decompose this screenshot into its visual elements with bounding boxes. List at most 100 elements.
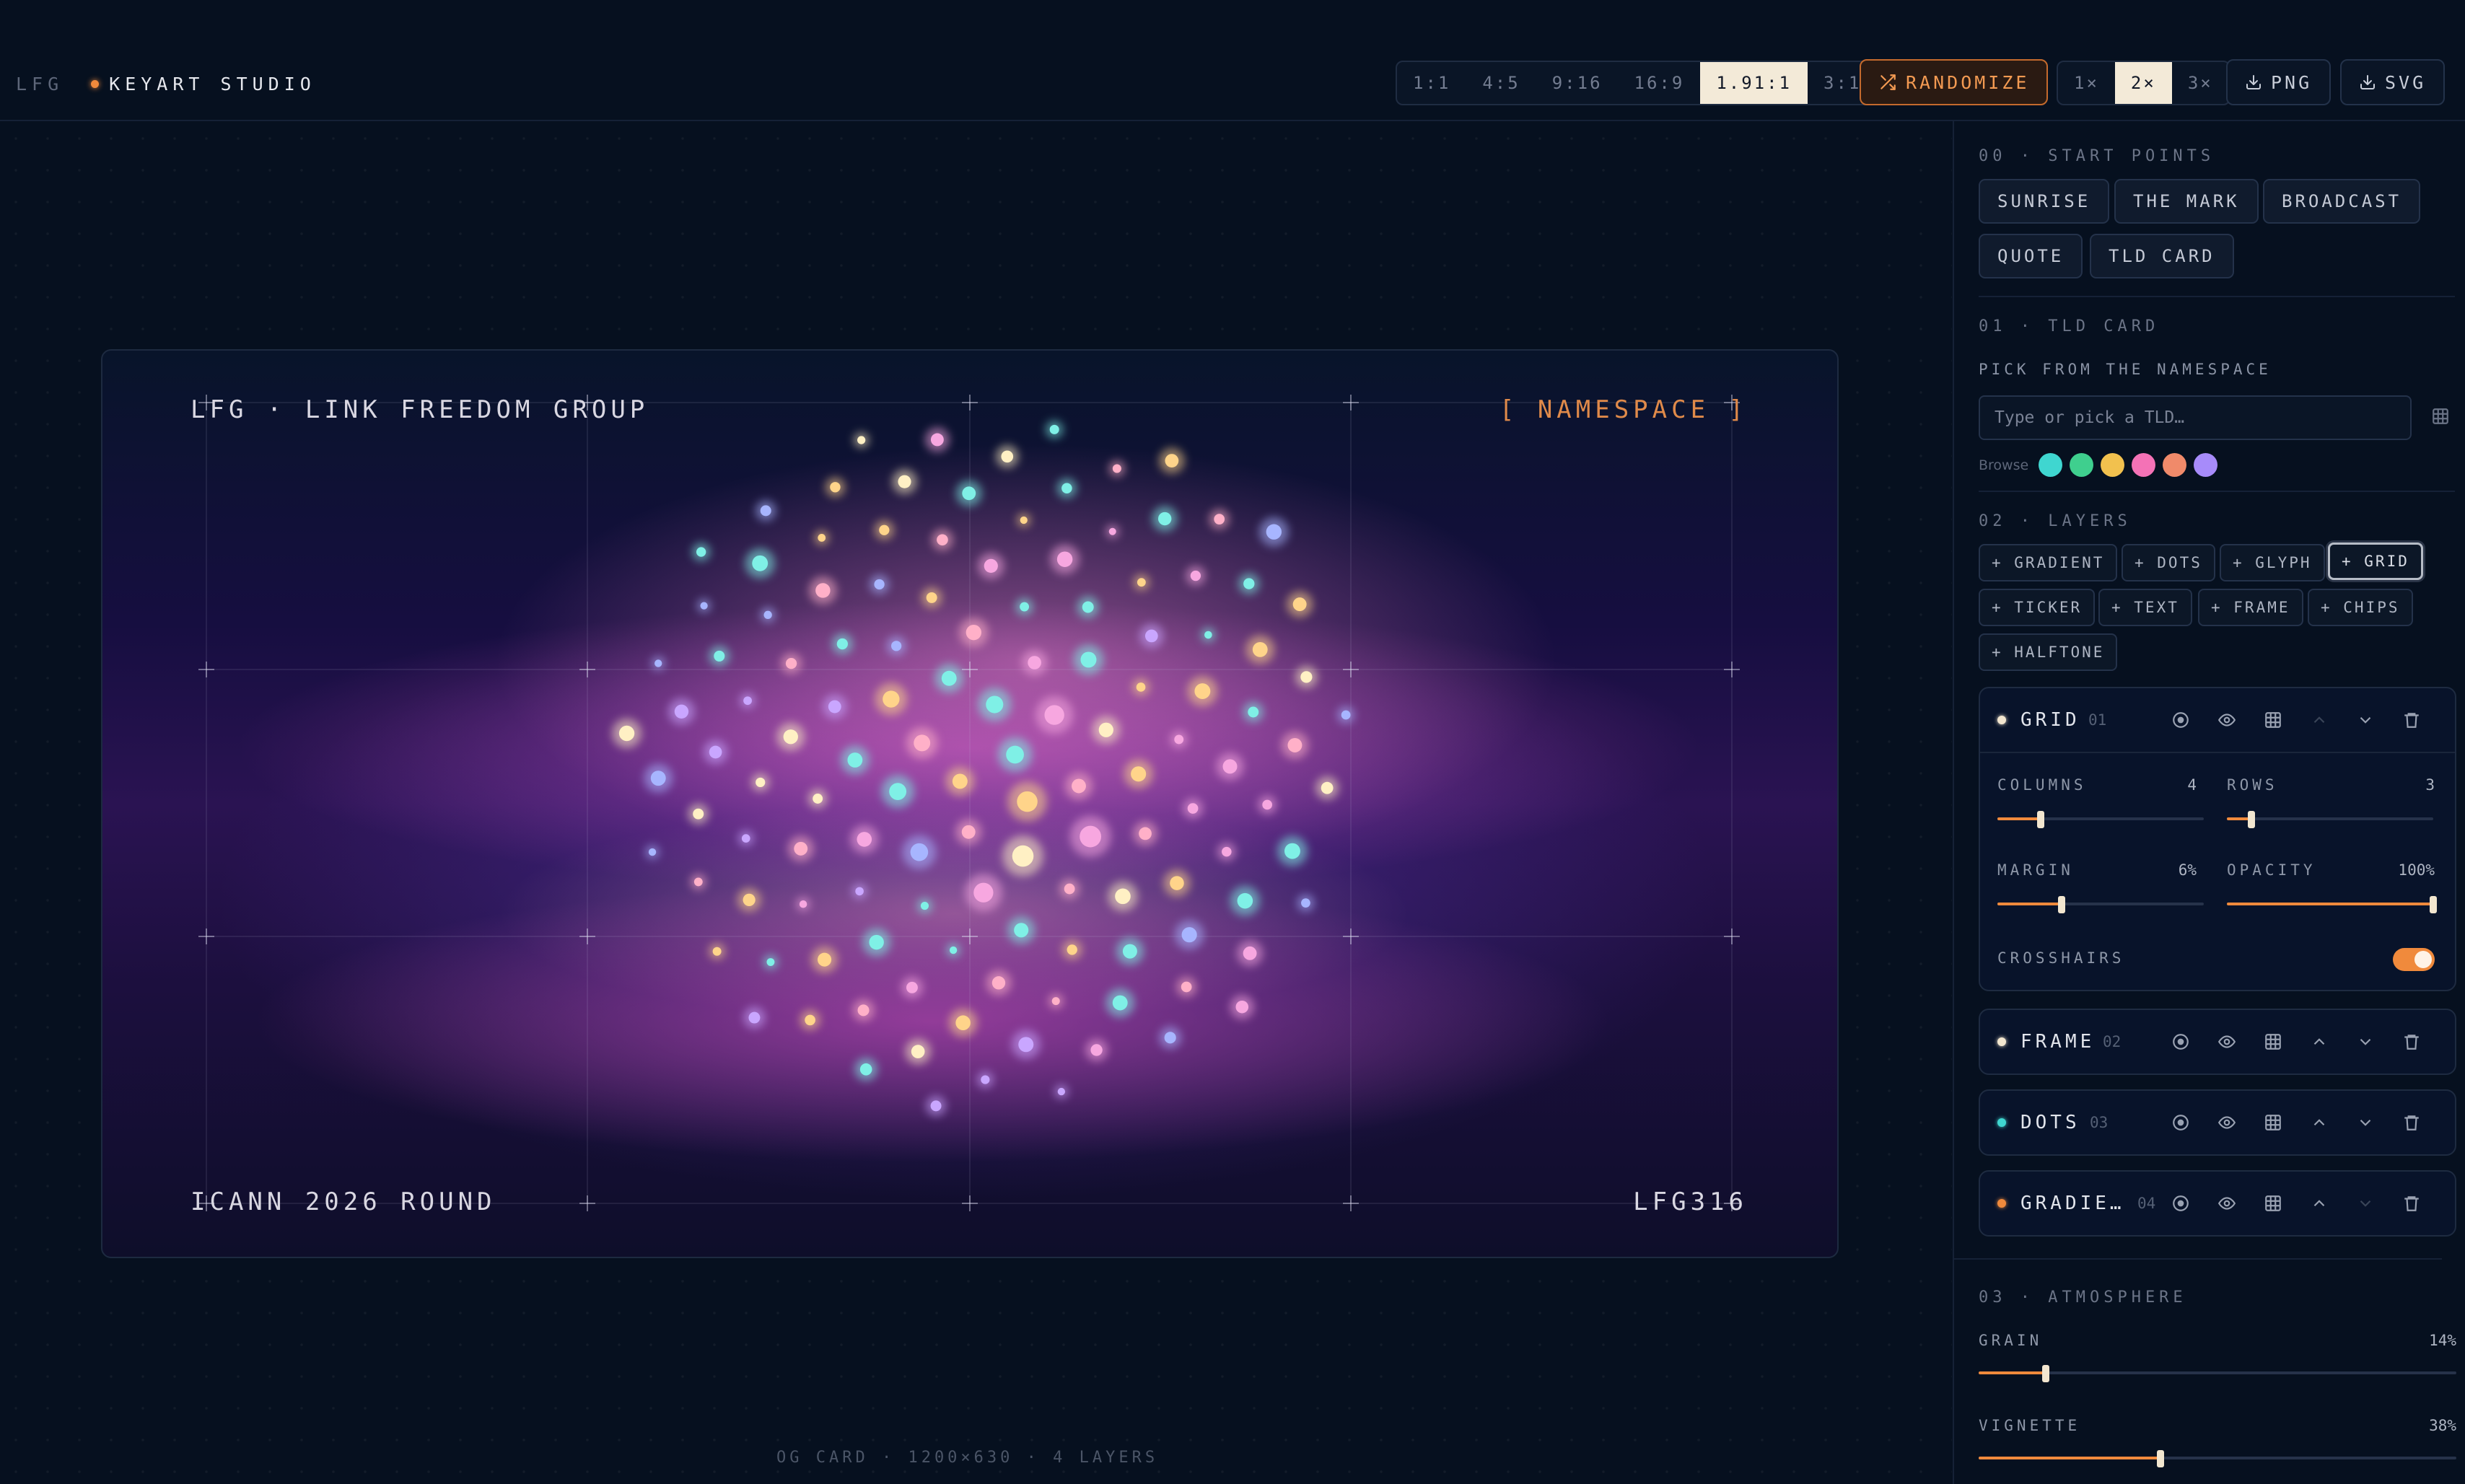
divider bbox=[1954, 1258, 2442, 1260]
layer-header[interactable]: GRID 01 bbox=[1980, 688, 2455, 752]
add-chips-layer-button[interactable]: + CHIPS bbox=[2308, 589, 2413, 626]
add-halftone-layer-button[interactable]: + HALFTONE bbox=[1979, 633, 2118, 671]
tld-browse-swatches: Browse bbox=[1979, 453, 2218, 477]
ratio-option[interactable]: 1:1 bbox=[1397, 62, 1466, 104]
section-title-start-points: 00 · START POINTS bbox=[1979, 147, 2215, 165]
grain-label: GRAIN bbox=[1979, 1332, 2043, 1349]
visibility-eye-icon[interactable] bbox=[2212, 1027, 2241, 1056]
chevron-down-icon[interactable] bbox=[2351, 1027, 2380, 1056]
solo-icon[interactable] bbox=[2166, 1189, 2195, 1218]
add-text-layer-button[interactable]: + TEXT bbox=[2098, 589, 2192, 626]
download-icon bbox=[2360, 75, 2375, 89]
ratio-option-active[interactable]: 1.91:1 bbox=[1700, 62, 1808, 104]
section-title-atmosphere: 03 · ATMOSPHERE bbox=[1979, 1288, 2187, 1307]
card-bottom-left-text: ICANN 2026 ROUND bbox=[191, 1187, 496, 1216]
layer-card-dots[interactable]: DOTS 03 bbox=[1979, 1089, 2456, 1156]
tld-input[interactable] bbox=[1979, 395, 2412, 440]
opacity-slider[interactable] bbox=[2227, 896, 2437, 913]
brand: LFG KEYART STUDIO bbox=[16, 71, 316, 97]
layer-color-dot bbox=[1997, 1199, 2006, 1208]
chevron-down-icon[interactable] bbox=[2351, 706, 2380, 734]
duplicate-grid-icon[interactable] bbox=[2259, 1027, 2287, 1056]
start-point-the-mark[interactable]: THE MARK bbox=[2114, 179, 2259, 224]
chevron-up-icon[interactable] bbox=[2305, 706, 2334, 734]
canvas-footer: OG CARD · 1200×630 · 4 LAYERS bbox=[776, 1449, 1159, 1467]
color-swatch[interactable] bbox=[2194, 453, 2218, 477]
start-point-quote[interactable]: QUOTE bbox=[1979, 234, 2083, 278]
opacity-label: OPACITY bbox=[2227, 861, 2316, 879]
card-top-left-text: LFG · LINK FREEDOM GROUP bbox=[191, 395, 649, 424]
duplicate-grid-icon[interactable] bbox=[2259, 706, 2287, 734]
crosshairs-toggle[interactable] bbox=[2393, 948, 2435, 971]
visibility-eye-icon[interactable] bbox=[2212, 706, 2241, 734]
chevron-up-icon[interactable] bbox=[2305, 1027, 2334, 1056]
add-ticker-layer-button[interactable]: + TICKER bbox=[1979, 589, 2096, 626]
visibility-eye-icon[interactable] bbox=[2212, 1108, 2241, 1137]
margin-value: 6% bbox=[2178, 861, 2197, 879]
layer-number: 03 bbox=[2090, 1114, 2109, 1131]
preview-card[interactable]: LFG · LINK FREEDOM GROUP [ NAMESPACE ] I… bbox=[101, 349, 1839, 1258]
tld-subtitle: PICK FROM THE NAMESPACE bbox=[1979, 361, 2272, 378]
chevron-down-icon[interactable] bbox=[2351, 1108, 2380, 1137]
tld-browse-grid-button[interactable] bbox=[2425, 400, 2456, 432]
visibility-eye-icon[interactable] bbox=[2212, 1189, 2241, 1218]
add-gradient-layer-button[interactable]: + GRADIENT bbox=[1979, 544, 2118, 581]
ratio-option[interactable]: 9:16 bbox=[1536, 62, 1619, 104]
trash-icon[interactable] bbox=[2397, 1108, 2426, 1137]
layer-card-gradient[interactable]: GRADIE… 04 bbox=[1979, 1170, 2456, 1237]
grain-value: 14% bbox=[2429, 1332, 2456, 1349]
add-glyph-layer-button[interactable]: + GLYPH bbox=[2220, 544, 2325, 581]
margin-slider[interactable] bbox=[1997, 896, 2204, 913]
add-grid-layer-button[interactable]: + GRID bbox=[2328, 543, 2423, 580]
png-label: PNG bbox=[2271, 71, 2313, 93]
layer-card-frame[interactable]: FRAME 02 bbox=[1979, 1009, 2456, 1075]
export-svg-button[interactable]: SVG bbox=[2340, 59, 2446, 105]
scale-option[interactable]: 1× bbox=[2058, 62, 2115, 104]
solo-icon[interactable] bbox=[2166, 706, 2195, 734]
solo-icon[interactable] bbox=[2166, 1108, 2195, 1137]
divider bbox=[1979, 491, 2455, 492]
sidebar: 00 · START POINTS SUNRISE THE MARK BROAD… bbox=[1953, 121, 2465, 1484]
columns-slider[interactable] bbox=[1997, 811, 2204, 828]
grain-slider[interactable] bbox=[1979, 1365, 2456, 1382]
crosshairs-label: CROSSHAIRS bbox=[1997, 949, 2125, 967]
top-bar: LFG KEYART STUDIO 1:1 4:5 9:16 16:9 1.91… bbox=[0, 0, 2465, 121]
solo-icon[interactable] bbox=[2166, 1027, 2195, 1056]
duplicate-grid-icon[interactable] bbox=[2259, 1189, 2287, 1218]
layer-number: 04 bbox=[2137, 1195, 2156, 1212]
color-swatch[interactable] bbox=[2163, 453, 2187, 477]
chevron-up-icon[interactable] bbox=[2305, 1189, 2334, 1218]
layer-card-grid[interactable]: GRID 01 COLUMNS 4 ROWS 3 MARGIN 6% OPACI… bbox=[1979, 687, 2456, 991]
chevron-up-icon[interactable] bbox=[2305, 1108, 2334, 1137]
randomize-label: RANDOMIZE bbox=[1906, 71, 2030, 93]
brand-studio: KEYART STUDIO bbox=[109, 73, 316, 95]
layer-number: 02 bbox=[2103, 1033, 2122, 1050]
vignette-slider[interactable] bbox=[1979, 1450, 2456, 1467]
section-title-tld-card: 01 · TLD CARD bbox=[1979, 317, 2160, 335]
aspect-ratio-selector: 1:1 4:5 9:16 16:9 1.91:1 3:1 bbox=[1396, 61, 1879, 105]
color-swatch[interactable] bbox=[2070, 453, 2094, 477]
layer-color-dot bbox=[1997, 1037, 2006, 1046]
ratio-option[interactable]: 16:9 bbox=[1619, 62, 1701, 104]
color-swatch[interactable] bbox=[2132, 453, 2156, 477]
start-point-sunrise[interactable]: SUNRISE bbox=[1979, 179, 2110, 224]
duplicate-grid-icon[interactable] bbox=[2259, 1108, 2287, 1137]
trash-icon[interactable] bbox=[2397, 1027, 2426, 1056]
trash-icon[interactable] bbox=[2397, 1189, 2426, 1218]
vignette-value: 38% bbox=[2429, 1417, 2456, 1434]
rows-slider[interactable] bbox=[2227, 811, 2433, 828]
chevron-down-icon[interactable] bbox=[2351, 1189, 2380, 1218]
ratio-option[interactable]: 4:5 bbox=[1466, 62, 1536, 104]
scale-option-active[interactable]: 2× bbox=[2114, 62, 2172, 104]
export-png-button[interactable]: PNG bbox=[2226, 59, 2332, 105]
color-swatch[interactable] bbox=[2101, 453, 2125, 477]
scale-option[interactable]: 3× bbox=[2172, 62, 2229, 104]
color-swatch[interactable] bbox=[2039, 453, 2063, 477]
add-frame-layer-button[interactable]: + FRAME bbox=[2198, 589, 2303, 626]
start-point-broadcast[interactable]: BROADCAST bbox=[2263, 179, 2421, 224]
randomize-button[interactable]: RANDOMIZE bbox=[1860, 59, 2049, 105]
trash-icon[interactable] bbox=[2397, 706, 2426, 734]
rows-value: 3 bbox=[2425, 776, 2435, 794]
add-dots-layer-button[interactable]: + DOTS bbox=[2122, 544, 2215, 581]
start-point-tld-card[interactable]: TLD CARD bbox=[2090, 234, 2234, 278]
